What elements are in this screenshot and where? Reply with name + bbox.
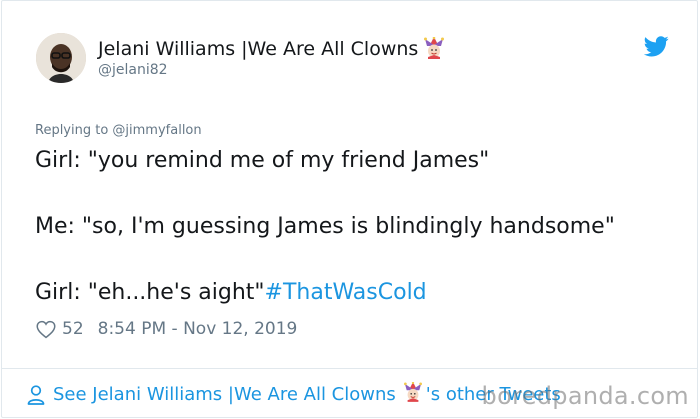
tweet-line-1: Girl: "you remind me of my friend James" [35, 148, 490, 173]
tweet-card: Jelani Williams |We Are All Clowns @jela… [1, 0, 698, 418]
tweet-timestamp[interactable]: 8:54 PM - Nov 12, 2019 [98, 319, 298, 339]
see-more-prefix: See Jelani Williams |We Are All Clowns [53, 384, 396, 405]
jester-emoji-icon [424, 36, 445, 64]
tweet-text: Girl: "you remind me of my friend James"… [35, 144, 685, 309]
tweet-meta: 52 8:54 PM - Nov 12, 2019 [36, 319, 297, 339]
jester-emoji-icon [403, 381, 422, 407]
like-count: 52 [62, 319, 84, 339]
heart-icon[interactable] [36, 320, 56, 339]
twitter-bird-icon[interactable] [644, 36, 669, 57]
reply-context[interactable]: Replying to @jimmyfallon [35, 123, 202, 138]
tweet-line-3-text: Girl: "eh...he's aight" [35, 280, 265, 305]
divider [2, 368, 697, 369]
author-name[interactable]: Jelani Williams |We Are All Clowns [98, 36, 445, 64]
tweet-line-2: Me: "so, I'm guessing James is blindingl… [35, 214, 615, 239]
avatar-image [36, 33, 86, 83]
person-icon [27, 384, 45, 405]
author-handle[interactable]: @jelani82 [98, 62, 168, 78]
watermark: boredpanda.com [481, 382, 689, 410]
tweet-line-3: Girl: "eh...he's aight"#ThatWasCold [35, 276, 685, 309]
author-avatar[interactable] [36, 33, 86, 83]
author-name-text: Jelani Williams |We Are All Clowns [98, 38, 419, 60]
hashtag-link[interactable]: #ThatWasCold [265, 280, 427, 305]
